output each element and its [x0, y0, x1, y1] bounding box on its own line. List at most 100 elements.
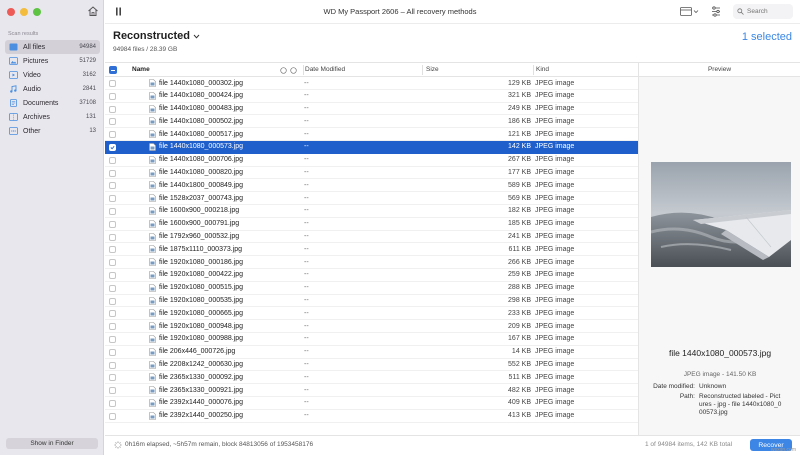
chevron-down-icon — [193, 34, 200, 39]
sidebar-heading: Scan results — [8, 31, 39, 37]
file-name: file 1875x1110_000373.jpg — [159, 245, 243, 253]
row-checkbox[interactable] — [109, 195, 116, 203]
view-options-icon[interactable] — [680, 7, 700, 17]
table-row[interactable]: file 1920x1080_000535.jpg -- 298 KB JPEG im… — [105, 295, 638, 308]
table-row[interactable]: file 2392x1440_000250.jpg -- 413 KB JPEG im… — [105, 410, 638, 423]
filter-settings-icon[interactable] — [711, 6, 721, 17]
table-row[interactable]: file 1440x1080_000517.jpg -- 121 KB JPEG im… — [105, 128, 638, 141]
file-date: -- — [304, 194, 309, 202]
home-icon[interactable] — [87, 5, 99, 17]
sidebar-item-pictures[interactable]: Pictures 51729 — [5, 54, 100, 68]
row-checkbox[interactable] — [109, 361, 116, 369]
row-checkbox[interactable] — [109, 143, 116, 151]
file-kind: JPEG image — [535, 412, 575, 420]
row-checkbox[interactable] — [109, 118, 116, 126]
sidebar-item-all-files[interactable]: All files 94984 — [5, 40, 100, 54]
file-name: file 2365x1330_000092.jpg — [159, 373, 244, 381]
table-row[interactable]: file 1920x1080_000988.jpg -- 167 KB JPEG im… — [105, 333, 638, 346]
row-checkbox[interactable] — [109, 182, 116, 190]
search-input[interactable] — [747, 8, 791, 15]
row-checkbox[interactable] — [109, 131, 116, 139]
row-checkbox[interactable] — [109, 387, 116, 395]
sidebar-item-other[interactable]: Other 13 — [5, 124, 100, 138]
table-row[interactable]: file 2392x1440_000076.jpg -- 409 KB JPEG im… — [105, 397, 638, 410]
row-checkbox[interactable] — [109, 207, 116, 215]
row-checkbox[interactable] — [109, 169, 116, 177]
row-checkbox[interactable] — [109, 105, 116, 113]
table-row[interactable]: file 1792x960_000532.jpg -- 241 KB JPEG ima… — [105, 231, 638, 244]
row-checkbox[interactable] — [109, 233, 116, 241]
row-checkbox[interactable] — [109, 259, 116, 267]
close-window-button[interactable] — [7, 8, 15, 16]
row-checkbox[interactable] — [109, 284, 116, 292]
page-title[interactable]: Reconstructed — [113, 30, 200, 42]
row-checkbox[interactable] — [109, 348, 116, 356]
row-checkbox[interactable] — [109, 412, 116, 420]
search-field[interactable] — [733, 4, 793, 19]
table-row[interactable]: file 1920x1080_000948.jpg -- 209 KB JPEG im… — [105, 320, 638, 333]
column-name[interactable]: Name — [132, 66, 150, 73]
file-date: -- — [304, 130, 309, 138]
row-checkbox[interactable] — [109, 323, 116, 331]
jpeg-file-icon — [149, 386, 156, 394]
file-name: file 1440x1800_000849.jpg — [159, 181, 244, 189]
table-row[interactable]: file 1440x1080_000820.jpg -- 177 KB JPEG im… — [105, 167, 638, 180]
file-size: 142 KB — [508, 143, 531, 151]
audio-icon — [9, 85, 18, 93]
file-size: 288 KB — [508, 284, 531, 292]
table-row[interactable]: file 1875x1110_000373.jpg -- 611 KB JPEG im… — [105, 243, 638, 257]
file-name: file 2208x1242_000630.jpg — [159, 361, 244, 369]
row-checkbox[interactable] — [109, 271, 116, 279]
table-row[interactable]: file 2208x1242_000630.jpg -- 552 KB JPEG im… — [105, 359, 638, 372]
row-checkbox[interactable] — [109, 399, 116, 407]
file-kind: JPEG image — [535, 271, 575, 279]
sidebar-item-video[interactable]: Video 3162 — [5, 68, 100, 82]
column-kind[interactable]: Kind — [536, 66, 549, 73]
table-row[interactable]: file 1920x1080_000515.jpg -- 288 KB JPEG im… — [105, 282, 638, 295]
table-row[interactable]: file 2365x1330_000921.jpg -- 482 KB JPEG im… — [105, 384, 638, 397]
minimize-window-button[interactable] — [20, 8, 28, 16]
row-checkbox[interactable] — [109, 92, 116, 100]
select-all-checkbox[interactable] — [109, 66, 117, 74]
sidebar-item-count: 37108 — [79, 100, 96, 106]
file-name: file 1440x1080_000502.jpg — [159, 117, 244, 125]
table-row[interactable]: file 206x446_000726.jpg -- 14 KB JPEG image — [105, 346, 638, 359]
documents-icon — [9, 99, 18, 107]
row-checkbox[interactable] — [109, 220, 116, 228]
table-row[interactable]: file 1440x1080_000573.jpg -- 142 KB JPEG im… — [105, 140, 638, 154]
file-name: file 206x446_000726.jpg — [159, 348, 236, 356]
table-row[interactable]: file 1440x1080_000302.jpg -- 129 KB JPEG im… — [105, 77, 638, 90]
row-checkbox[interactable] — [109, 374, 116, 382]
table-row[interactable]: file 1440x1080_000502.jpg -- 186 KB JPEG im… — [105, 115, 638, 129]
sidebar-item-audio[interactable]: Audio 2841 — [5, 82, 100, 96]
table-row[interactable]: file 1920x1080_000186.jpg -- 266 KB JPEG im… — [105, 256, 638, 269]
column-date-modified[interactable]: Date Modified — [305, 66, 345, 73]
file-kind: JPEG image — [535, 258, 575, 266]
file-name: file 1792x960_000532.jpg — [159, 233, 240, 241]
selection-summary: 1 of 94984 items, 142 KB total — [645, 441, 733, 448]
table-row[interactable]: file 1920x1080_000422.jpg -- 259 KB JPEG im… — [105, 269, 638, 282]
table-row[interactable]: file 1440x1080_000483.jpg -- 249 KB JPEG im… — [105, 103, 638, 116]
file-kind: JPEG image — [535, 245, 575, 253]
sidebar-item-archives[interactable]: Archives 131 — [5, 110, 100, 124]
row-checkbox[interactable] — [109, 335, 116, 343]
table-row[interactable]: file 2365x1330_000092.jpg -- 511 KB JPEG im… — [105, 371, 638, 385]
table-row[interactable]: file 1440x1800_000849.jpg -- 589 KB JPEG im… — [105, 179, 638, 193]
column-size[interactable]: Size — [426, 66, 439, 73]
sidebar-item-documents[interactable]: Documents 37108 — [5, 96, 100, 110]
row-checkbox[interactable] — [109, 156, 116, 164]
row-checkbox[interactable] — [109, 246, 116, 254]
table-row[interactable]: file 1600x900_000791.jpg -- 185 KB JPEG ima… — [105, 218, 638, 231]
file-kind: JPEG image — [535, 233, 575, 241]
table-row[interactable]: file 1528x2037_000743.jpg -- 569 KB JPEG im… — [105, 192, 638, 205]
table-row[interactable]: file 1920x1080_000665.jpg -- 233 KB JPEG im… — [105, 307, 638, 321]
row-checkbox[interactable] — [109, 80, 116, 87]
table-row[interactable]: file 1440x1080_000424.jpg -- 321 KB JPEG im… — [105, 90, 638, 103]
zoom-window-button[interactable] — [33, 8, 41, 16]
table-row[interactable]: file 1440x1080_000706.jpg -- 267 KB JPEG im… — [105, 154, 638, 167]
row-checkbox[interactable] — [109, 297, 116, 305]
row-checkbox[interactable] — [109, 310, 116, 318]
jpeg-file-icon — [149, 117, 156, 126]
show-in-finder-button[interactable]: Show in Finder — [6, 438, 98, 449]
table-row[interactable]: file 1600x900_000218.jpg -- 182 KB JPEG ima… — [105, 205, 638, 218]
